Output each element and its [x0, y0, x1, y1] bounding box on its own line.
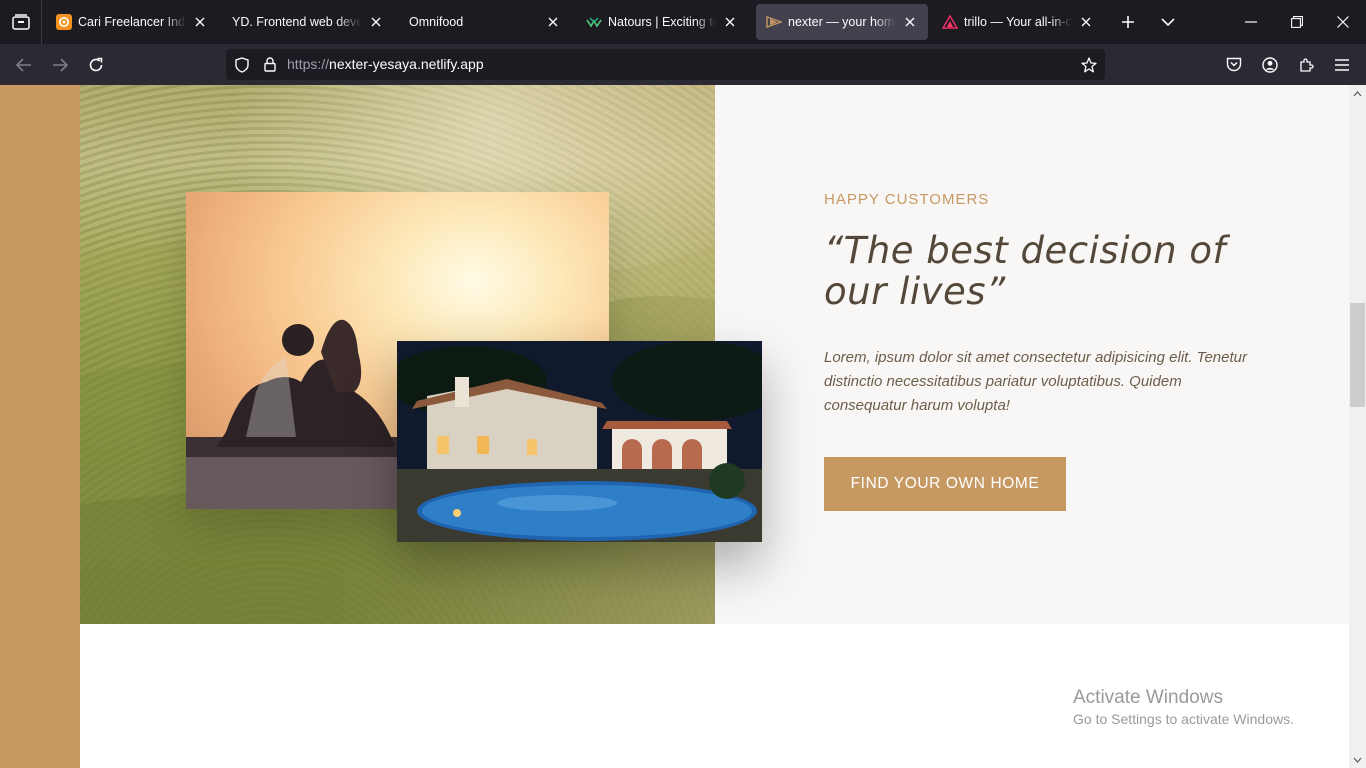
- find-your-own-home-button[interactable]: FIND YOUR OWN HOME: [824, 457, 1066, 511]
- plus-icon: [1122, 16, 1134, 28]
- restore-button[interactable]: [1274, 0, 1320, 44]
- orange-spiral-icon: [56, 14, 72, 30]
- close-tab-icon[interactable]: [545, 14, 561, 30]
- app-menu-button[interactable]: [1324, 44, 1360, 85]
- url-text[interactable]: https://nexter-yesaya.netlify.app: [287, 49, 484, 80]
- page-sidebar: [0, 85, 80, 768]
- url-host: nexter-yesaya.netlify.app: [329, 56, 484, 72]
- scroll-thumb[interactable]: [1350, 303, 1365, 407]
- close-icon: [1337, 16, 1349, 28]
- firefox-view-button[interactable]: [0, 0, 42, 44]
- close-tab-icon[interactable]: [368, 14, 384, 30]
- minimize-button[interactable]: [1228, 0, 1274, 44]
- activate-windows-subtitle: Go to Settings to activate Windows.: [1073, 711, 1294, 727]
- reload-button[interactable]: [78, 44, 114, 85]
- tab-title: trillo — Your all-in-one: [964, 15, 1072, 29]
- close-tab-icon[interactable]: [902, 14, 918, 30]
- close-window-button[interactable]: [1320, 0, 1366, 44]
- arrow-left-icon: [16, 57, 31, 72]
- tab-title: nexter — your home, your: [788, 15, 896, 29]
- tab-title: Cari Freelancer Indonesia: [78, 15, 186, 29]
- scroll-down-arrow-icon[interactable]: [1349, 751, 1366, 768]
- navigation-toolbar: https://nexter-yesaya.netlify.app: [0, 44, 1366, 85]
- forward-button[interactable]: [42, 44, 78, 85]
- bookmark-star-icon[interactable]: [1075, 49, 1103, 80]
- activate-windows-watermark: Activate Windows Go to Settings to activ…: [1073, 687, 1294, 727]
- scroll-up-arrow-icon[interactable]: [1349, 85, 1366, 102]
- lock-icon[interactable]: [256, 49, 284, 80]
- tab-trillo[interactable]: trillo — Your all-in-one: [932, 4, 1104, 40]
- tab-title: YD. Frontend web developer: [232, 15, 362, 29]
- testimonial-body: Lorem, ipsum dolor sit amet consectetur …: [824, 349, 1247, 414]
- tracking-shield-icon[interactable]: [228, 49, 256, 80]
- account-button[interactable]: [1252, 44, 1288, 85]
- natours-logo-icon: [586, 14, 602, 30]
- address-bar[interactable]: https://nexter-yesaya.netlify.app: [226, 49, 1105, 80]
- tab-nexter[interactable]: nexter — your home, your: [756, 4, 928, 40]
- back-button[interactable]: [6, 44, 42, 85]
- tab-omnifood[interactable]: Omnifood: [399, 4, 571, 40]
- reload-icon: [89, 57, 103, 71]
- villa-scene: [397, 341, 762, 542]
- testimonial-quote: “The best decision of our lives”: [824, 229, 1226, 313]
- nexter-logo-icon: [766, 14, 782, 30]
- new-tab-button[interactable]: [1110, 0, 1146, 44]
- hamburger-menu-icon: [1335, 58, 1349, 71]
- close-tab-icon[interactable]: [1078, 14, 1094, 30]
- page-scrollbar[interactable]: [1349, 85, 1366, 768]
- arrow-right-icon: [53, 57, 68, 72]
- restore-icon: [1291, 16, 1303, 28]
- extensions-button[interactable]: [1288, 44, 1324, 85]
- puzzle-icon: [1300, 57, 1314, 72]
- testimonial-panel: HAPPY CUSTOMERS “The best decision of ou…: [715, 85, 1349, 624]
- activate-windows-title: Activate Windows: [1073, 687, 1223, 708]
- chevron-down-icon: [1161, 18, 1175, 26]
- page-viewport: HAPPY CUSTOMERS “The best decision of ou…: [0, 85, 1349, 768]
- account-icon: [1262, 56, 1278, 73]
- pocket-button[interactable]: [1216, 44, 1252, 85]
- tab-title: Natours | Exciting tours: [608, 15, 716, 29]
- list-all-tabs-button[interactable]: [1150, 0, 1186, 44]
- villa-pool-night-photo: [397, 341, 762, 542]
- tab-yd-frontend[interactable]: YD. Frontend web developer: [222, 4, 394, 40]
- firefox-view-icon: [11, 14, 30, 30]
- tab-bar: Cari Freelancer Indonesia YD. Frontend w…: [0, 0, 1366, 44]
- tab-natours[interactable]: Natours | Exciting tours: [576, 4, 748, 40]
- tab-title: Omnifood: [409, 15, 464, 29]
- minimize-icon: [1245, 21, 1257, 23]
- section-eyebrow: HAPPY CUSTOMERS: [824, 191, 990, 208]
- url-scheme: https://: [287, 56, 330, 72]
- close-tab-icon[interactable]: [192, 14, 208, 30]
- tab-cari-freelancer[interactable]: Cari Freelancer Indonesia: [46, 4, 218, 40]
- trillo-logo-icon: [942, 14, 958, 30]
- pocket-icon: [1226, 57, 1242, 72]
- close-tab-icon[interactable]: [722, 14, 738, 30]
